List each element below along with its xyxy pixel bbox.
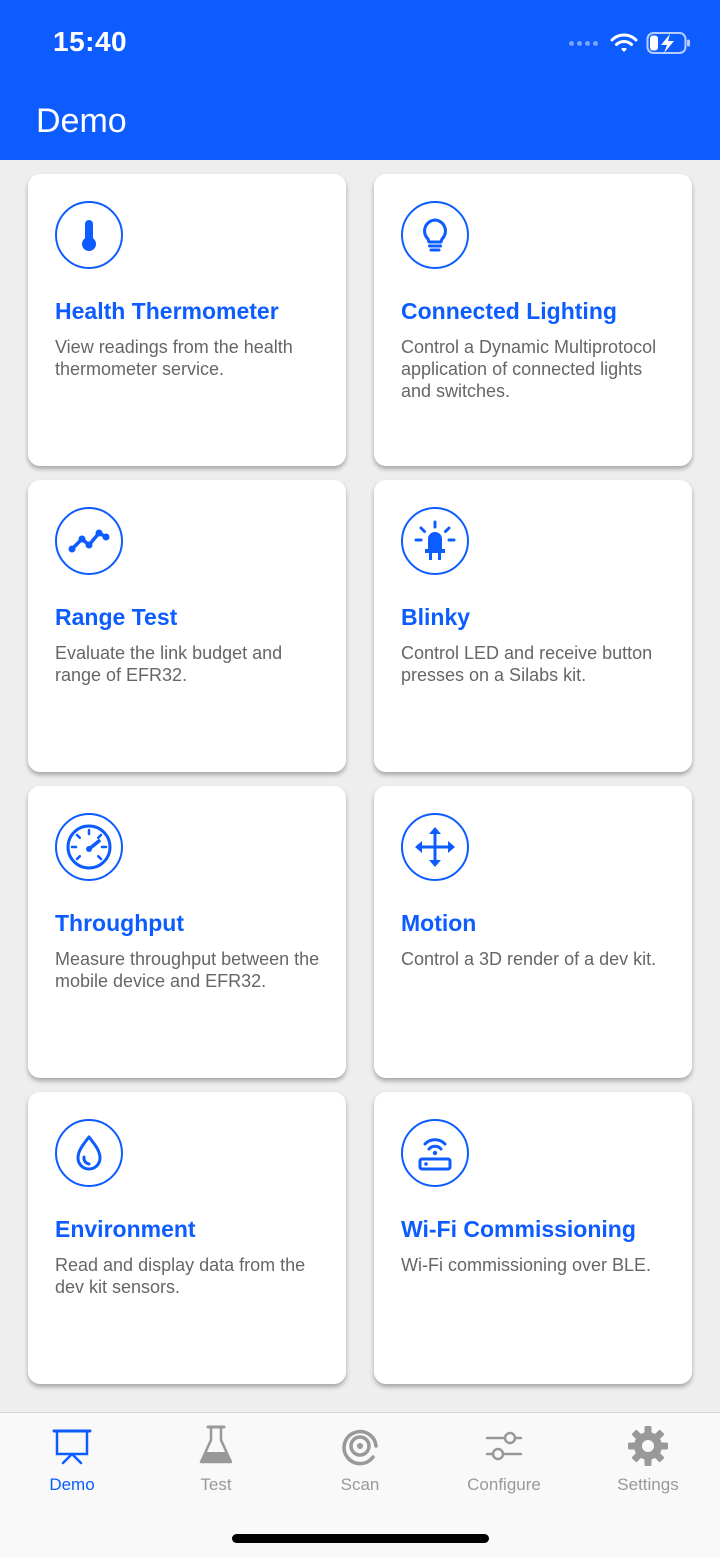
card-throughput[interactable]: Throughput Measure throughput between th… (28, 786, 346, 1078)
tab-label: Demo (49, 1475, 95, 1494)
card-description: Control a 3D render of a dev kit. (401, 949, 657, 969)
tab-demo[interactable]: Demo (0, 1423, 144, 1503)
status-time: 15:40 (53, 26, 128, 57)
speedometer-icon (55, 813, 123, 881)
router-wifi-icon (401, 1119, 469, 1187)
scan-target-icon (288, 1423, 432, 1469)
tab-label: Settings (617, 1475, 679, 1494)
demo-grid: Health Thermometer View readings from th… (0, 160, 720, 1412)
card-description: Control LED and receive button presses o… (401, 643, 653, 685)
move-arrows-icon (401, 813, 469, 881)
droplet-icon (55, 1119, 123, 1187)
sliders-icon (432, 1423, 576, 1469)
battery-charging-icon (646, 32, 690, 54)
card-description: Measure throughput between the mobile de… (55, 949, 320, 991)
tab-label: Test (200, 1475, 232, 1494)
card-title: Throughput (55, 910, 185, 936)
wifi-icon (610, 33, 638, 52)
tab-configure[interactable]: Configure (432, 1423, 576, 1503)
card-description: Wi-Fi commissioning over BLE. (401, 1255, 652, 1275)
presentation-board-icon (0, 1423, 144, 1469)
card-title: Blinky (401, 604, 471, 630)
status-indicators (569, 30, 692, 56)
range-graph-icon (55, 507, 123, 575)
card-title: Health Thermometer (55, 298, 279, 324)
card-connected-lighting[interactable]: Connected Lighting Control a Dynamic Mul… (374, 174, 692, 466)
card-description: Evaluate the link budget and range of EF… (55, 643, 283, 685)
card-description: Control a Dynamic Multiprotocol applicat… (401, 337, 657, 401)
thermometer-icon (55, 201, 123, 269)
card-description: Read and display data from the dev kit s… (55, 1255, 306, 1297)
tab-test[interactable]: Test (144, 1423, 288, 1503)
page-title: Demo (36, 102, 127, 140)
home-indicator (232, 1534, 489, 1543)
tab-settings[interactable]: Settings (576, 1423, 720, 1503)
card-title: Motion (401, 910, 477, 936)
card-blinky[interactable]: Blinky Control LED and receive button pr… (374, 480, 692, 772)
cellular-signal-icon (569, 40, 598, 46)
card-environment[interactable]: Environment Read and display data from t… (28, 1092, 346, 1384)
card-health-thermometer[interactable]: Health Thermometer View readings from th… (28, 174, 346, 466)
led-icon (401, 507, 469, 575)
card-title: Wi-Fi Commissioning (401, 1216, 636, 1242)
card-motion[interactable]: Motion Control a 3D render of a dev kit. (374, 786, 692, 1078)
card-title: Environment (55, 1216, 196, 1242)
card-wifi-commissioning[interactable]: Wi-Fi Commissioning Wi-Fi commissioning … (374, 1092, 692, 1384)
card-title: Range Test (55, 604, 178, 630)
app-header: 15:40 Demo (0, 0, 720, 160)
lightbulb-icon (401, 201, 469, 269)
tab-label: Configure (467, 1475, 541, 1494)
gear-icon (576, 1423, 720, 1469)
tab-label: Scan (340, 1475, 380, 1494)
card-title: Connected Lighting (401, 298, 617, 324)
card-range-test[interactable]: Range Test Evaluate the link budget and … (28, 480, 346, 772)
flask-icon (144, 1423, 288, 1469)
card-description: View readings from the health thermomete… (55, 337, 293, 379)
tab-scan[interactable]: Scan (288, 1423, 432, 1503)
